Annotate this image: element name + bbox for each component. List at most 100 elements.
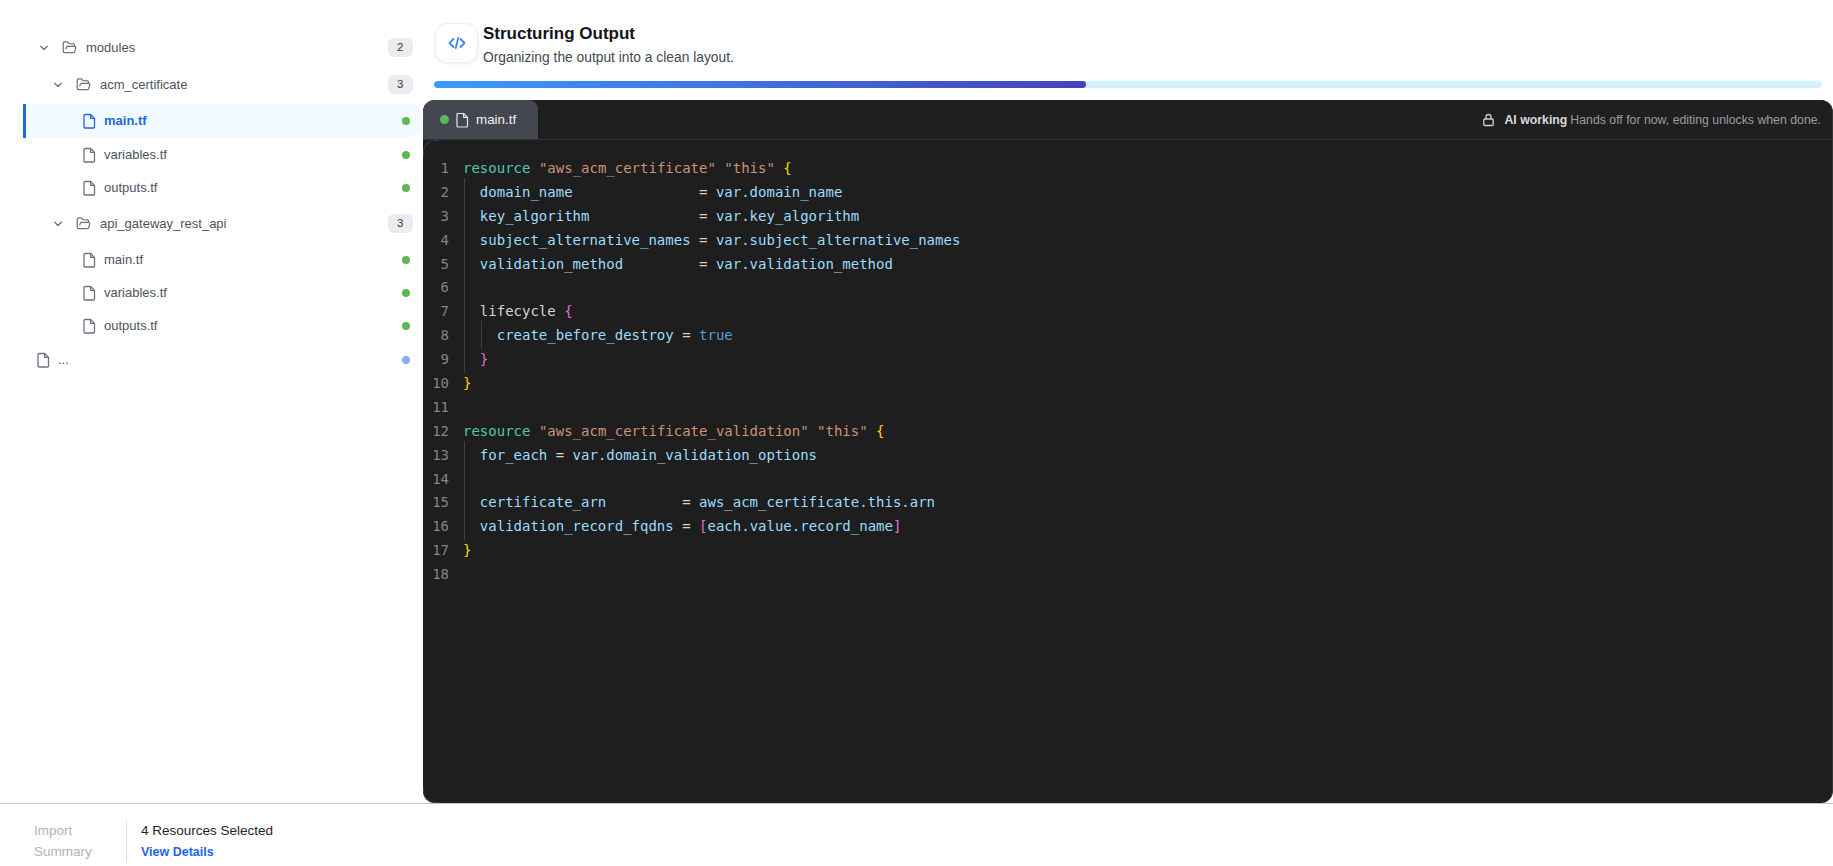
tree-item-acm-variables-tf[interactable]: variables.tf — [0, 138, 423, 171]
line-number: 3 — [423, 208, 449, 224]
line-number: 11 — [423, 399, 449, 415]
file-icon — [83, 318, 96, 334]
code-line-2: 2 domain_name = var.domain_name — [423, 180, 1832, 204]
tree-item-label: main.tf — [104, 252, 143, 267]
status-dot-green — [402, 256, 410, 264]
lock-icon — [1482, 113, 1495, 127]
status-dot-green — [402, 184, 410, 192]
tree-item-api-gateway-rest-api[interactable]: api_gateway_rest_api 3 — [0, 207, 423, 240]
step-header: Structuring Output Organizing the output… — [423, 0, 1833, 66]
code-line-15: 15 certificate_arn = aws_acm_certificate… — [423, 490, 1832, 514]
file-icon — [83, 252, 96, 268]
ai-working-text: Hands off for now, editing unlocks when … — [1570, 113, 1821, 127]
code-editor: main.tf AI working Hands off for now, ed… — [423, 100, 1833, 803]
count-badge: 3 — [388, 214, 413, 234]
line-number: 2 — [423, 184, 449, 200]
tree-item-acm-outputs-tf[interactable]: outputs.tf — [0, 171, 423, 204]
code-icon — [435, 23, 478, 63]
view-details-link[interactable]: View Details — [141, 842, 273, 863]
line-number: 18 — [423, 566, 449, 582]
main-panel: Structuring Output Organizing the output… — [423, 0, 1833, 803]
folder-icon — [75, 216, 92, 231]
tree-item-label: variables.tf — [104, 147, 167, 162]
tree-item-acm-certificate[interactable]: acm_certificate 3 — [0, 68, 423, 101]
tree-item-label: modules — [86, 40, 135, 55]
code-line-1: 1resource "aws_acm_certificate" "this" { — [423, 156, 1832, 180]
tree-item-label: outputs.tf — [104, 318, 157, 333]
line-number: 4 — [423, 232, 449, 248]
code-line-6: 6 — [423, 275, 1832, 299]
file-icon — [83, 180, 96, 196]
code-line-16: 16 validation_record_fqdns = [each.value… — [423, 514, 1832, 538]
file-icon — [83, 285, 96, 301]
line-number: 17 — [423, 542, 449, 558]
line-number: 12 — [423, 423, 449, 439]
code-line-7: 7 lifecycle { — [423, 299, 1832, 323]
app: modules2acm_certificate3main.tfvariables… — [0, 0, 1833, 803]
code-line-8: 8 create_before_destroy = true — [423, 323, 1832, 347]
progress-bar-fill — [434, 81, 1086, 88]
code-line-12: 12resource "aws_acm_certificate_validati… — [423, 419, 1832, 443]
tree-item-label: variables.tf — [104, 285, 167, 300]
tab-main-tf[interactable]: main.tf — [423, 100, 538, 139]
tree-item-label: acm_certificate — [100, 77, 187, 92]
tree-item-more[interactable]: ... — [0, 343, 423, 376]
code-line-14: 14 — [423, 467, 1832, 491]
tree-item-acm-main-tf[interactable]: main.tf — [0, 104, 423, 137]
code-line-10: 10} — [423, 371, 1832, 395]
line-number: 7 — [423, 303, 449, 319]
status-dot-green — [402, 289, 410, 297]
file-tree-sidebar: modules2 acm_certificate 3 main.tf variables… — [0, 0, 423, 803]
status-dot-blue — [402, 356, 410, 364]
line-number: 8 — [423, 327, 449, 343]
line-number: 1 — [423, 160, 449, 176]
line-number: 14 — [423, 471, 449, 487]
tab-label: main.tf — [476, 112, 516, 127]
code-line-13: 13 for_each = var.domain_validation_opti… — [423, 443, 1832, 467]
chevron-down-icon[interactable] — [52, 218, 64, 230]
code-line-17: 17} — [423, 538, 1832, 562]
file-icon — [37, 352, 50, 368]
tree-item-label: main.tf — [104, 113, 147, 128]
modified-dot — [440, 115, 449, 124]
progress-bar — [434, 81, 1822, 88]
selected-indicator — [23, 104, 26, 138]
line-number: 9 — [423, 351, 449, 367]
ai-working-note: AI working Hands off for now, editing un… — [1482, 100, 1832, 139]
code-line-5: 5 validation_method = var.validation_met… — [423, 252, 1832, 276]
code-line-11: 11 — [423, 395, 1832, 419]
footer-bar: Import Summary 4 Resources Selected View… — [0, 803, 1833, 866]
tree-item-modules[interactable]: modules2 — [0, 31, 423, 64]
tree-item-label: outputs.tf — [104, 180, 157, 195]
code-line-3: 3 key_algorithm = var.key_algorithm — [423, 204, 1832, 228]
line-number: 16 — [423, 518, 449, 534]
line-number: 13 — [423, 447, 449, 463]
chevron-down-icon[interactable] — [38, 42, 50, 54]
chevron-down-icon[interactable] — [52, 79, 64, 91]
tree-item-api-main-tf[interactable]: main.tf — [0, 243, 423, 276]
tree-item-label: api_gateway_rest_api — [100, 216, 226, 231]
status-dot-green — [402, 322, 410, 330]
code-line-4: 4 subject_alternative_names = var.subjec… — [423, 228, 1832, 252]
tree-item-api-variables-tf[interactable]: variables.tf — [0, 276, 423, 309]
folder-icon — [61, 40, 78, 55]
ai-working-label: AI working — [1504, 113, 1567, 127]
tree-item-label: ... — [58, 352, 69, 367]
file-icon — [83, 113, 96, 129]
tree-item-api-outputs-tf[interactable]: outputs.tf — [0, 309, 423, 342]
file-icon — [83, 147, 96, 163]
line-number: 10 — [423, 375, 449, 391]
folder-icon — [75, 77, 92, 92]
editor-tab-bar: main.tf AI working Hands off for now, ed… — [423, 100, 1832, 140]
line-number: 15 — [423, 494, 449, 510]
step-title: Structuring Output — [483, 25, 734, 43]
line-number: 5 — [423, 256, 449, 272]
status-dot-green — [402, 117, 410, 125]
step-subtitle: Organizing the output into a clean layou… — [483, 49, 734, 66]
status-dot-green — [402, 151, 410, 159]
code-line-18: 18 — [423, 562, 1832, 586]
code-area[interactable]: 1resource "aws_acm_certificate" "this" {… — [423, 140, 1832, 803]
code-line-9: 9 } — [423, 347, 1832, 371]
resources-selected-status: 4 Resources Selected — [141, 821, 273, 842]
count-badge: 3 — [388, 75, 413, 95]
